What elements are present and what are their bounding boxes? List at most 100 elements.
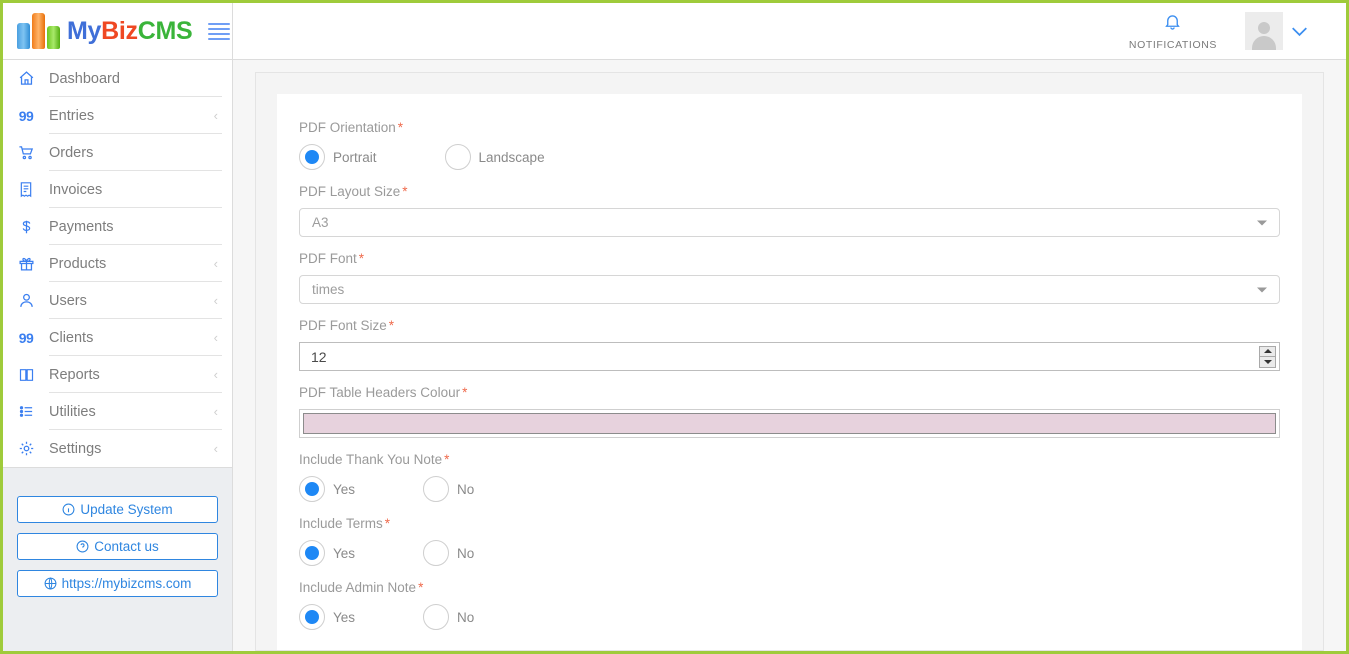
radio-terms-no[interactable]: No	[423, 540, 474, 566]
pdf-font-label: PDF Font	[299, 251, 357, 266]
radio-indicator[interactable]	[444, 144, 471, 170]
include-thank-you-note-label: Include Thank You Note	[299, 452, 443, 467]
stepper-down-icon[interactable]	[1260, 357, 1275, 367]
main-content: PDF Orientation * Portrait Landscape PDF…	[233, 60, 1346, 651]
radio-portrait[interactable]: Portrait	[299, 144, 377, 170]
required-asterisk: *	[397, 120, 404, 135]
chevron-left-icon: ‹	[213, 367, 218, 382]
radio-label: Portrait	[333, 149, 377, 165]
dollar-icon	[3, 218, 49, 236]
field-pdf-layout-size: PDF Layout Size * A3	[299, 184, 1280, 237]
stepper-up-icon[interactable]	[1260, 347, 1275, 357]
field-label: Include Admin Note *	[299, 580, 1280, 595]
sidebar-item-orders[interactable]: Orders	[3, 134, 232, 171]
hamburger-menu-icon[interactable]	[206, 19, 232, 44]
sidebar-item-users[interactable]: Users ‹	[3, 282, 232, 319]
chevron-down-icon[interactable]	[1291, 23, 1308, 40]
pdf-layout-size-value: A3	[312, 215, 329, 230]
sidebar-item-reports[interactable]: Reports ‹	[3, 356, 232, 393]
field-label: PDF Layout Size *	[299, 184, 1280, 199]
include-admin-note-radio-group: Yes No	[299, 604, 1280, 630]
brand-title-cms: CMS	[137, 16, 193, 45]
radio-admin-note-no[interactable]: No	[423, 604, 474, 630]
radio-landscape[interactable]: Landscape	[444, 144, 545, 170]
sidebar-item-label: Utilities	[49, 403, 96, 420]
sidebar-item-settings[interactable]: Settings ‹	[3, 430, 232, 467]
header-actions: NOTIFICATIONS	[233, 3, 1346, 59]
pdf-layout-size-select[interactable]: A3	[299, 208, 1280, 237]
chevron-down-icon[interactable]	[1257, 287, 1267, 292]
chevron-left-icon: ‹	[213, 441, 218, 456]
sidebar-nav: Dashboard 99 Entries ‹ Orders Invoices P…	[3, 60, 232, 467]
sidebar-item-invoices[interactable]: Invoices	[3, 171, 232, 208]
radio-terms-yes[interactable]: Yes	[299, 540, 355, 566]
field-label: PDF Font *	[299, 251, 1280, 266]
invoice-icon	[3, 181, 49, 198]
required-asterisk: *	[384, 516, 391, 531]
radio-indicator[interactable]	[299, 540, 325, 566]
radio-indicator[interactable]	[423, 604, 450, 630]
radio-indicator[interactable]	[299, 144, 325, 170]
radio-indicator[interactable]	[423, 540, 450, 566]
pdf-font-select[interactable]: times	[299, 275, 1280, 304]
website-link-button[interactable]: https://mybizcms.com	[17, 570, 218, 597]
sidebar-item-payments[interactable]: Payments	[3, 208, 232, 245]
field-label: Include Terms *	[299, 516, 1280, 531]
question-icon	[76, 540, 89, 553]
cart-icon	[3, 144, 49, 161]
sidebar-item-label: Reports	[49, 366, 100, 383]
sidebar-item-utilities[interactable]: Utilities ‹	[3, 393, 232, 430]
field-pdf-orientation: PDF Orientation * Portrait Landscape	[299, 120, 1280, 170]
website-link-label: https://mybizcms.com	[61, 576, 192, 591]
sidebar-item-dashboard[interactable]: Dashboard	[3, 60, 232, 97]
sidebar-item-label: Users	[49, 292, 87, 309]
radio-label: No	[457, 545, 475, 561]
field-include-terms: Include Terms * Yes No	[299, 516, 1280, 566]
logo-icon	[17, 13, 60, 49]
radio-indicator[interactable]	[299, 476, 325, 502]
avatar	[1245, 12, 1283, 50]
field-include-thank-you-note: Include Thank You Note * Yes No	[299, 452, 1280, 502]
brand-title: MyBizCMS	[67, 16, 193, 46]
required-asterisk: *	[462, 385, 468, 400]
sidebar-item-label: Payments	[49, 218, 114, 235]
sidebar-item-label: Products	[49, 255, 107, 272]
pdf-layout-size-label: PDF Layout Size	[299, 184, 401, 199]
notifications-button[interactable]: NOTIFICATIONS	[1129, 12, 1217, 51]
include-thank-you-note-radio-group: Yes No	[299, 476, 1280, 502]
field-label: PDF Table Headers Colour *	[299, 385, 1280, 400]
pdf-font-size-value: 12	[311, 348, 327, 365]
contact-us-button[interactable]: Contact us	[17, 533, 218, 560]
radio-indicator[interactable]	[299, 604, 325, 630]
sidebar-item-products[interactable]: Products ‹	[3, 245, 232, 282]
sidebar-item-clients[interactable]: 99 Clients ‹	[3, 319, 232, 356]
pdf-settings-form: PDF Orientation * Portrait Landscape PDF…	[277, 94, 1302, 650]
radio-thank-you-yes[interactable]: Yes	[299, 476, 355, 502]
colour-swatch	[303, 413, 1276, 434]
sidebar-item-label: Orders	[49, 144, 94, 161]
chevron-left-icon: ‹	[213, 108, 218, 123]
update-system-label: Update System	[80, 502, 173, 517]
field-include-admin-note: Include Admin Note * Yes No	[299, 580, 1280, 630]
bell-icon	[1163, 12, 1182, 36]
info-icon	[62, 503, 75, 516]
radio-thank-you-no[interactable]: No	[423, 476, 474, 502]
pdf-font-size-input[interactable]: 12	[299, 342, 1280, 371]
sidebar-item-label: Dashboard	[49, 70, 120, 87]
contact-us-label: Contact us	[94, 539, 159, 554]
chevron-left-icon: ‹	[213, 330, 218, 345]
pdf-orientation-radio-group: Portrait Landscape	[299, 144, 1280, 170]
update-system-button[interactable]: Update System	[17, 496, 218, 523]
user-menu[interactable]	[1245, 12, 1308, 50]
pdf-table-headers-colour-picker[interactable]	[299, 409, 1280, 438]
radio-admin-note-yes[interactable]: Yes	[299, 604, 355, 630]
list-icon	[3, 404, 49, 419]
number-stepper[interactable]	[1259, 345, 1276, 368]
radio-indicator[interactable]	[423, 476, 450, 502]
settings-panel: PDF Orientation * Portrait Landscape PDF…	[255, 72, 1324, 651]
app-window: MyBizCMS NOTIFICATIONS Dashboard 99 Entr…	[0, 0, 1349, 654]
chevron-down-icon[interactable]	[1257, 220, 1267, 225]
pdf-font-size-label: PDF Font Size	[299, 318, 387, 333]
sidebar-item-entries[interactable]: 99 Entries ‹	[3, 97, 232, 134]
chevron-left-icon: ‹	[213, 256, 218, 271]
